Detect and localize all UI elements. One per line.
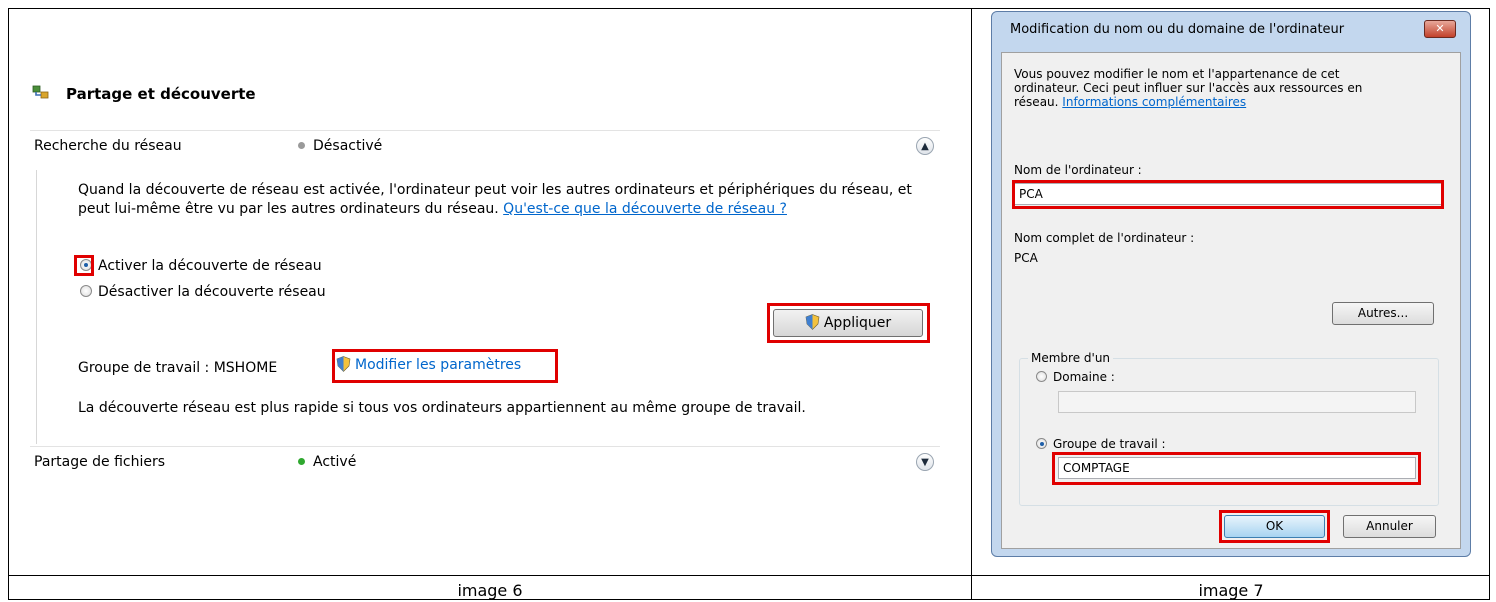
- radio-unselected-icon[interactable]: [1036, 371, 1047, 382]
- intro-line-3-wrap: réseau. Informations complémentaires: [1014, 95, 1362, 109]
- workgroup-label: Groupe de travail : MSHOME: [78, 360, 278, 376]
- close-button[interactable]: ✕: [1424, 20, 1456, 38]
- radio-disable-discovery[interactable]: Désactiver la découverte réseau: [80, 284, 326, 300]
- computer-name-dialog: Modification du nom ou du domaine de l'o…: [991, 11, 1471, 557]
- intro-line-2: ordinateur. Ceci peut influer sur l'accè…: [1014, 81, 1363, 95]
- radio-domain-label: Domaine :: [1053, 370, 1115, 384]
- highlight-radio: [74, 255, 94, 276]
- close-icon: ✕: [1435, 22, 1445, 35]
- radio-domain[interactable]: Domaine :: [1036, 370, 1115, 384]
- help-link[interactable]: Qu'est-ce que la découverte de réseau ?: [503, 201, 787, 217]
- network-discovery-row[interactable]: Recherche du réseau Désactivé ▲: [30, 130, 940, 163]
- full-name-value: PCA: [1014, 251, 1038, 265]
- caption-left: image 6: [457, 581, 523, 600]
- chevron-down-icon: ▼: [921, 457, 929, 468]
- file-sharing-status: Activé: [298, 454, 356, 470]
- radio-enable-label: Activer la découverte de réseau: [98, 258, 322, 274]
- computer-name-label: Nom de l'ordinateur :: [1014, 163, 1142, 177]
- intro-text: Vous pouvez modifier le nom et l'apparte…: [1014, 67, 1362, 109]
- caption-right: image 7: [1198, 581, 1264, 600]
- chevron-up-icon: ▲: [921, 141, 929, 152]
- dialog-title: Modification du nom ou du domaine de l'o…: [1010, 22, 1345, 37]
- row-divider: [9, 575, 1489, 576]
- status-dot-icon: [298, 457, 305, 465]
- intro-line-1: Vous pouvez modifier le nom et l'apparte…: [1014, 67, 1340, 81]
- expand-chevron-down-button[interactable]: ▼: [916, 453, 934, 471]
- file-sharing-label: Partage de fichiers: [34, 454, 166, 470]
- expanded-section-rule: [36, 170, 37, 444]
- network-discovery-description: Quand la découverte de réseau est activé…: [78, 181, 928, 219]
- intro-line-3: réseau.: [1014, 95, 1059, 109]
- radio-workgroup-label: Groupe de travail :: [1053, 437, 1166, 451]
- dialog-client-area: Vous pouvez modifier le nom et l'apparte…: [1001, 52, 1461, 549]
- more-info-link[interactable]: Informations complémentaires: [1062, 95, 1246, 109]
- file-sharing-row[interactable]: Partage de fichiers Activé ▼: [30, 446, 940, 479]
- file-sharing-status-text: Activé: [313, 454, 357, 470]
- network-discovery-label: Recherche du réseau: [34, 138, 182, 154]
- network-sharing-icon: [32, 85, 49, 99]
- footer-note: La découverte réseau est plus rapide si …: [78, 400, 806, 416]
- highlight-workgroup: [1052, 452, 1421, 485]
- radio-workgroup[interactable]: Groupe de travail :: [1036, 437, 1166, 451]
- highlight-computer-name: [1012, 180, 1444, 209]
- domain-input[interactable]: [1058, 391, 1416, 413]
- more-button[interactable]: Autres...: [1332, 302, 1434, 325]
- highlight-ok: [1219, 510, 1330, 543]
- section-title: Partage et découverte: [66, 85, 256, 103]
- member-of-group: Membre d'un Domaine : Groupe de travail …: [1019, 351, 1439, 506]
- column-divider: [971, 9, 972, 599]
- member-of-legend: Membre d'un: [1028, 351, 1114, 365]
- status-dot-icon: [298, 141, 305, 149]
- radio-disable-label: Désactiver la découverte réseau: [98, 284, 326, 300]
- radio-enable-discovery[interactable]: Activer la découverte de réseau: [80, 258, 322, 274]
- highlight-apply: [767, 303, 930, 343]
- collapse-chevron-up-button[interactable]: ▲: [916, 137, 934, 155]
- highlight-change-settings: [332, 349, 558, 383]
- network-discovery-status: Désactivé: [298, 138, 382, 154]
- workgroup-row: Groupe de travail : MSHOME: [78, 359, 277, 378]
- radio-selected-icon[interactable]: [1036, 438, 1047, 449]
- full-name-label: Nom complet de l'ordinateur :: [1014, 231, 1195, 245]
- radio-unselected-icon[interactable]: [80, 285, 92, 297]
- cancel-button[interactable]: Annuler: [1343, 515, 1436, 538]
- network-discovery-status-text: Désactivé: [313, 138, 383, 154]
